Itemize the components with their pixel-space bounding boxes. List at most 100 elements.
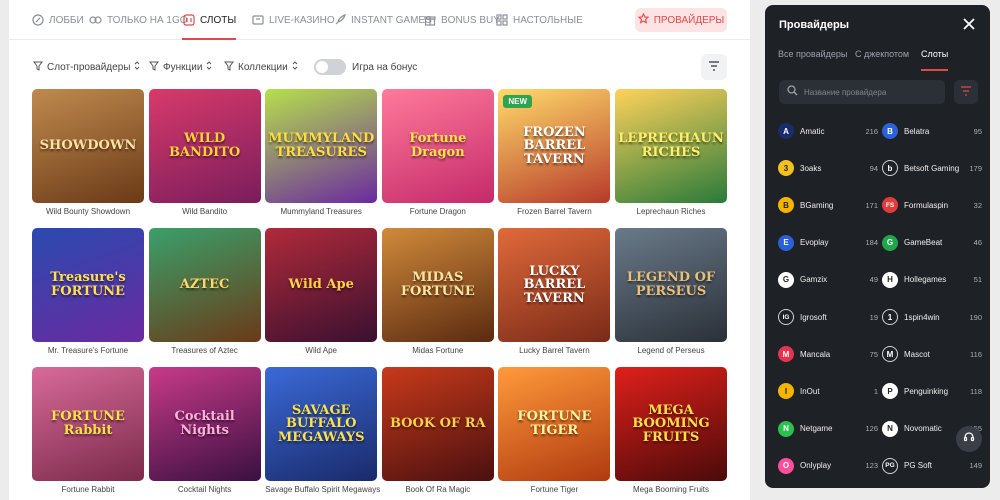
game-thumbnail[interactable]: AZTEC <box>148 228 261 342</box>
provider-item[interactable]: N Netgame 126 <box>778 419 878 439</box>
game-title[interactable]: Leprechaun Riches <box>615 207 727 216</box>
game-card[interactable]: FROZEN BARREL TAVERN NEW Frozen Barrel Tav… <box>498 89 611 225</box>
sort-button[interactable] <box>701 54 727 80</box>
game-title[interactable]: Mummyland Treasures <box>265 207 377 216</box>
gift-icon <box>423 14 436 27</box>
game-thumbnail[interactable]: LEPRECHAUN RICHES <box>615 89 727 203</box>
game-title[interactable]: Wild Bounty Showdown <box>32 207 144 216</box>
game-title[interactable]: Fortune Dragon <box>382 207 494 216</box>
provider-item[interactable]: M Mancala 75 <box>778 344 878 364</box>
provider-item[interactable]: PG PG Soft 149 <box>882 456 982 476</box>
provider-item[interactable]: G Gamzix 49 <box>778 270 878 290</box>
game-title[interactable]: Mr. Treasure's Fortune <box>32 346 144 355</box>
game-art-title: MIDAS FORTUNE <box>400 270 475 299</box>
game-thumbnail[interactable]: FROZEN BARREL TAVERN NEW <box>498 89 611 203</box>
game-card[interactable]: SAVAGE BUFFALO MEGAWAYS Savage Buffalo Sp… <box>265 367 380 500</box>
game-title[interactable]: Savage Buffalo Spirit Megaways <box>265 485 380 494</box>
provider-item[interactable]: P Penguinking 118 <box>882 381 982 401</box>
slot-providers-filter[interactable]: Слот-провайдеры <box>33 52 140 82</box>
funnel-icon <box>224 61 234 74</box>
game-title[interactable]: Treasures of Aztec <box>149 346 261 355</box>
game-thumbnail[interactable]: LUCKY BARREL TAVERN <box>498 228 611 342</box>
game-card[interactable]: MEGA BOOMING FRUITS Mega Booming Fruits <box>615 367 727 500</box>
provider-item[interactable]: E Evoplay 184 <box>778 233 878 253</box>
game-title[interactable]: Fortune Rabbit <box>32 485 144 494</box>
nav-item-live-casino[interactable]: LIVE-КАЗИНО <box>251 0 335 40</box>
game-thumbnail[interactable]: MIDAS FORTUNE <box>381 228 494 342</box>
game-card[interactable]: LUCKY BARREL TAVERN Lucky Barrel Tavern <box>498 228 611 364</box>
game-thumbnail[interactable]: FORTUNE Rabbit <box>32 367 144 481</box>
tab-with-jackpot[interactable]: С джекпотом <box>855 49 909 71</box>
provider-item[interactable]: A Amatic 216 <box>778 121 878 141</box>
game-title[interactable]: Legend of Perseus <box>615 346 727 355</box>
game-card[interactable]: SHOWDOWN Wild Bounty Showdown <box>32 89 144 225</box>
providers-button[interactable]: ПРОВАЙДЕРЫ <box>635 8 727 32</box>
game-thumbnail[interactable]: LEGEND OF PERSEUS <box>615 228 727 342</box>
game-card[interactable]: Wild Ape Wild Ape <box>265 228 378 364</box>
game-title[interactable]: Mega Booming Fruits <box>615 485 727 494</box>
nav-item-slots[interactable]: СЛОТЫ <box>182 0 237 40</box>
game-title[interactable]: Wild Bandito <box>149 207 261 216</box>
nav-item-bonus-buy[interactable]: BONUS BUY <box>423 0 500 40</box>
game-title[interactable]: Lucky Barrel Tavern <box>498 346 610 355</box>
provider-item[interactable]: FS Formulaspin 32 <box>882 195 982 215</box>
nav-item-instant-games[interactable]: INSTANT GAMES <box>333 0 432 40</box>
game-thumbnail[interactable]: SHOWDOWN <box>32 89 144 203</box>
nav-item-1go[interactable]: ТОЛЬКО НА 1GO <box>89 0 188 40</box>
game-card[interactable]: Cocktail Nights Cocktail Nights <box>148 367 261 500</box>
game-title[interactable]: Book Of Ra Magic <box>382 485 494 494</box>
game-card[interactable]: WILD BANDITO Wild Bandito <box>148 89 261 225</box>
game-thumbnail[interactable]: WILD BANDITO <box>148 89 261 203</box>
provider-game-count: 171 <box>865 200 878 210</box>
provider-item[interactable]: b Betsoft Gaming 179 <box>882 158 982 178</box>
game-card[interactable]: FORTUNE TIGER Fortune Tiger <box>498 367 611 500</box>
game-title[interactable]: Fortune Tiger <box>498 485 610 494</box>
game-thumbnail[interactable]: Wild Ape <box>265 228 378 342</box>
panel-sort-button[interactable] <box>954 80 978 104</box>
game-title[interactable]: Frozen Barrel Tavern <box>498 207 610 216</box>
game-card[interactable]: LEPRECHAUN RICHES Leprechaun Riches <box>615 89 727 225</box>
provider-logo: FS <box>882 197 898 214</box>
game-card[interactable]: Treasure's FORTUNE Mr. Treasure's Fortune <box>32 228 144 364</box>
provider-item[interactable]: G GameBeat 46 <box>882 233 982 253</box>
provider-item[interactable]: 1 1spin4win 190 <box>882 307 982 327</box>
game-card[interactable]: BOOK OF RA Book Of Ra Magic <box>381 367 494 500</box>
game-title[interactable]: Cocktail Nights <box>149 485 261 494</box>
provider-item[interactable]: O Onlyplay 123 <box>778 456 878 476</box>
game-title[interactable]: Midas Fortune <box>382 346 494 355</box>
support-button[interactable] <box>956 426 982 452</box>
game-thumbnail[interactable]: Cocktail Nights <box>148 367 261 481</box>
game-thumbnail[interactable]: MEGA BOOMING FRUITS <box>615 367 727 481</box>
game-thumbnail[interactable]: BOOK OF RA <box>381 367 494 481</box>
game-thumbnail[interactable]: Treasure's FORTUNE <box>32 228 144 342</box>
game-card[interactable]: LEGEND OF PERSEUS Legend of Perseus <box>615 228 727 364</box>
provider-item[interactable]: B BGaming 171 <box>778 195 878 215</box>
game-card[interactable]: MUMMYLAND TREASURES Mummyland Treasures <box>265 89 378 225</box>
game-card[interactable]: MIDAS FORTUNE Midas Fortune <box>381 228 494 364</box>
tab-all-providers[interactable]: Все провайдеры <box>778 49 847 71</box>
game-card[interactable]: FORTUNE Rabbit Fortune Rabbit <box>32 367 144 500</box>
provider-item[interactable]: IG Igrosoft 19 <box>778 307 878 327</box>
game-card[interactable]: Fortune Dragon Fortune Dragon <box>381 89 494 225</box>
nav-item-table-games[interactable]: НАСТОЛЬНЫЕ <box>495 0 583 40</box>
provider-item[interactable]: B Belatra 95 <box>882 121 982 141</box>
game-thumbnail[interactable]: Fortune Dragon <box>381 89 494 203</box>
provider-item[interactable]: H Hollegames 51 <box>882 270 982 290</box>
provider-item[interactable]: I InOut 1 <box>778 381 878 401</box>
features-filter[interactable]: Функции <box>149 52 212 82</box>
provider-item[interactable]: 3 3oaks 94 <box>778 158 878 178</box>
bonus-toggle[interactable] <box>314 59 346 75</box>
provider-name: PG Soft <box>904 461 933 471</box>
game-title[interactable]: Wild Ape <box>265 346 377 355</box>
collections-filter[interactable]: Коллекции <box>224 52 298 82</box>
game-thumbnail[interactable]: MUMMYLAND TREASURES <box>265 89 378 203</box>
provider-item[interactable]: M Mascot 116 <box>882 344 982 364</box>
nav-item-lobby[interactable]: ЛОББИ <box>31 0 84 40</box>
tab-slots[interactable]: Слоты <box>921 49 949 71</box>
game-thumbnail[interactable]: SAVAGE BUFFALO MEGAWAYS <box>265 367 378 481</box>
provider-search-input[interactable] <box>804 87 934 97</box>
game-thumbnail[interactable]: FORTUNE TIGER <box>498 367 611 481</box>
category-nav: ЛОББИ ТОЛЬКО НА 1GO СЛОТЫ LIVE-КАЗИНО IN… <box>9 0 750 40</box>
close-icon[interactable] <box>962 17 976 31</box>
game-card[interactable]: AZTEC Treasures of Aztec <box>148 228 261 364</box>
